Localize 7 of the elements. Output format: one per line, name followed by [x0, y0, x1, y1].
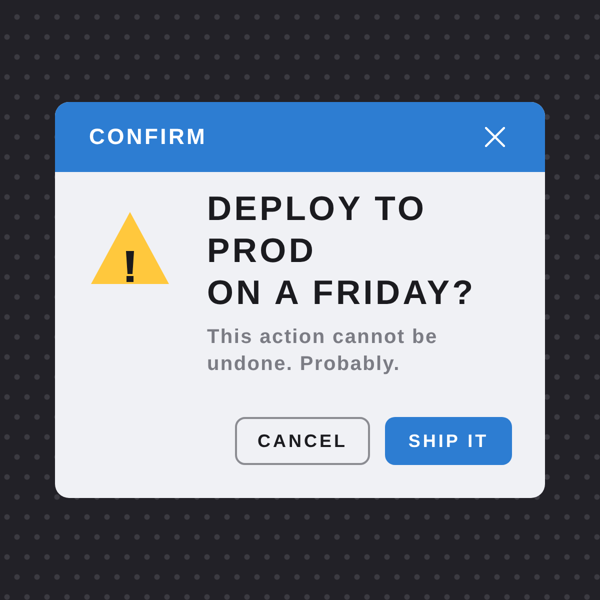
- cancel-button[interactable]: CANCEL: [235, 417, 370, 465]
- ship-it-button[interactable]: SHIP IT: [385, 417, 512, 465]
- dialog-title: CONFIRM: [89, 126, 208, 148]
- close-icon[interactable]: [485, 127, 505, 147]
- dialog-heading: DEPLOY TO PROD ON A FRIDAY?: [207, 189, 477, 314]
- dialog-message: This action cannot be undone. Probably.: [207, 325, 439, 377]
- warning-icon: [91, 212, 169, 284]
